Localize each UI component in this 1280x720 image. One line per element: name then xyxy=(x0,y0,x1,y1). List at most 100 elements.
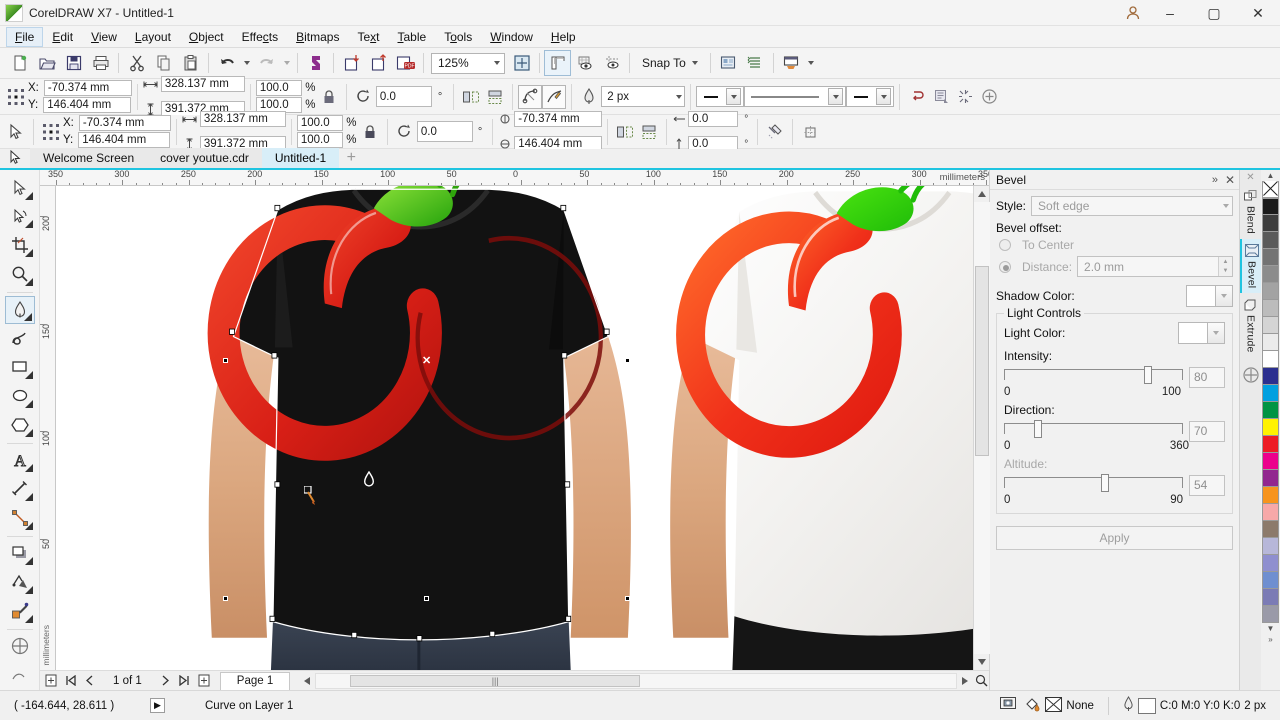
horizontal-scroll-thumb[interactable]: ||| xyxy=(350,674,641,687)
menu-text[interactable]: Text xyxy=(348,27,388,47)
interactive-fill-tool[interactable] xyxy=(5,633,35,661)
undo-dropdown[interactable] xyxy=(240,50,253,76)
import-button[interactable] xyxy=(338,50,365,76)
palette-swatch[interactable] xyxy=(1262,317,1279,334)
position-x-input[interactable]: -70.374 mm xyxy=(43,80,132,96)
docker-tab-blend[interactable]: Blend xyxy=(1240,184,1262,239)
smart-fill-tool[interactable] xyxy=(5,325,35,353)
zoom-to-fit-button[interactable] xyxy=(973,672,989,689)
corel-connect-button[interactable] xyxy=(302,50,329,76)
close-button[interactable]: ✕ xyxy=(1236,0,1280,26)
menu-tools[interactable]: Tools xyxy=(435,27,481,47)
direction-value[interactable]: 70 xyxy=(1189,420,1225,442)
auto-close-curve-button[interactable] xyxy=(518,84,543,109)
apply-button[interactable]: Apply xyxy=(996,526,1233,550)
style-combo[interactable]: Soft edge xyxy=(1031,196,1233,216)
previous-page-button[interactable] xyxy=(80,672,98,690)
scroll-right-button[interactable] xyxy=(957,672,973,689)
palette-swatch[interactable] xyxy=(1262,589,1279,606)
rotation-center-x-input[interactable]: -70.374 mm xyxy=(514,111,603,127)
first-page-button[interactable] xyxy=(61,672,79,690)
transparency-tool[interactable] xyxy=(5,568,35,596)
palette-swatch[interactable] xyxy=(1262,606,1279,623)
shadow-color-swatch[interactable] xyxy=(1186,285,1216,307)
palette-swatch[interactable] xyxy=(1262,249,1279,266)
palette-scroll-up[interactable]: ▲ xyxy=(1262,170,1279,181)
pick-tool[interactable] xyxy=(5,174,35,202)
menu-effects[interactable]: Effects xyxy=(233,27,287,47)
new-document-button[interactable] xyxy=(6,50,33,76)
palette-swatch[interactable] xyxy=(1262,419,1279,436)
palette-swatch[interactable] xyxy=(1262,334,1279,351)
object-width-input[interactable]: 328.137 mm xyxy=(160,76,245,92)
intensity-slider[interactable] xyxy=(1004,366,1183,388)
intensity-value[interactable]: 80 xyxy=(1189,366,1225,388)
menu-edit[interactable]: Edit xyxy=(43,27,82,47)
position-y-input[interactable]: 146.404 mm xyxy=(43,97,132,113)
more-dockers-icon[interactable] xyxy=(1242,366,1260,387)
snapshot-icon[interactable] xyxy=(1000,697,1017,714)
options-button[interactable] xyxy=(715,50,742,76)
drawing-canvas[interactable]: ✕ xyxy=(56,186,973,670)
scroll-down-button[interactable] xyxy=(973,654,990,670)
lock-ratio-icon-2[interactable] xyxy=(358,120,382,144)
menu-layout[interactable]: Layout xyxy=(126,27,180,47)
lock-ratio-icon[interactable] xyxy=(317,85,341,109)
maximize-button[interactable]: ▢ xyxy=(1192,0,1236,26)
direction-slider[interactable] xyxy=(1004,420,1183,442)
menu-window[interactable]: Window xyxy=(481,27,542,47)
text-wrap-offset-button[interactable] xyxy=(929,85,953,109)
distance-radio[interactable] xyxy=(999,260,1011,273)
palette-swatch[interactable] xyxy=(1262,504,1279,521)
tab-untitled-1[interactable]: Untitled-1 xyxy=(261,148,340,168)
mirror-vertical-button-2[interactable] xyxy=(637,120,661,144)
palette-swatch[interactable] xyxy=(1262,300,1279,317)
ellipse-tool[interactable] xyxy=(5,382,35,410)
vertical-scroll-track[interactable] xyxy=(973,202,990,654)
wrap-paragraph-text-button[interactable] xyxy=(905,85,929,109)
outline-width-combo[interactable]: 2 px xyxy=(601,86,686,107)
minimize-button[interactable]: – xyxy=(1148,0,1192,26)
palette-scroll-down[interactable]: ▼ xyxy=(1262,623,1279,634)
object-width-input-2[interactable]: 328.137 mm xyxy=(199,111,286,127)
vertical-scroll-thumb[interactable] xyxy=(974,266,989,456)
drop-shadow-tool[interactable] xyxy=(5,540,35,568)
selection-handle-bottom-right[interactable] xyxy=(625,596,630,601)
copy-button[interactable] xyxy=(150,50,177,76)
artboard[interactable]: ✕ xyxy=(56,186,973,670)
show-grid-button[interactable] xyxy=(571,50,598,76)
outline-color-swatch[interactable] xyxy=(1137,697,1156,714)
palette-swatch[interactable] xyxy=(1262,555,1279,572)
distance-spinner[interactable]: ▲ ▼ xyxy=(1218,257,1232,276)
rotation-angle-input-2[interactable]: 0.0 xyxy=(416,121,473,142)
tab-welcome-screen[interactable]: Welcome Screen xyxy=(30,148,148,168)
spinner-up-icon[interactable]: ▲ xyxy=(1219,257,1232,267)
fullscreen-preview-button[interactable] xyxy=(508,50,535,76)
add-page-after-button[interactable] xyxy=(195,672,213,690)
shape-tool[interactable] xyxy=(5,203,35,231)
tab-cover-youtue[interactable]: cover youtue.cdr xyxy=(147,148,262,168)
line-style-combo[interactable] xyxy=(744,86,847,107)
selection-handle-bottom-left[interactable] xyxy=(223,596,228,601)
object-manager-button[interactable] xyxy=(742,50,769,76)
altitude-slider[interactable] xyxy=(1004,474,1183,496)
spinner-down-icon[interactable]: ▼ xyxy=(1219,266,1232,276)
scale-horizontal-input-2[interactable]: 100.0 xyxy=(296,115,343,131)
polygon-tool[interactable] xyxy=(5,411,35,439)
skew-horizontal-input[interactable]: 0.0 xyxy=(688,111,739,127)
outline-status[interactable]: C:0 M:0 Y:0 K:0 2 px xyxy=(1123,696,1266,715)
mesh-fill-tool[interactable] xyxy=(5,661,35,689)
application-launcher-button[interactable] xyxy=(778,50,805,76)
palette-swatch[interactable] xyxy=(1262,436,1279,453)
start-arrowhead-combo[interactable] xyxy=(696,86,745,107)
palette-swatch[interactable] xyxy=(1262,453,1279,470)
palette-swatch[interactable] xyxy=(1262,266,1279,283)
edit-bitmap-button[interactable] xyxy=(953,85,977,109)
no-color-swatch[interactable] xyxy=(1262,181,1279,198)
print-button[interactable] xyxy=(87,50,114,76)
crop-tool[interactable] xyxy=(5,231,35,259)
mirror-horizontal-button-2[interactable] xyxy=(613,120,637,144)
fill-status[interactable]: None xyxy=(1024,696,1094,715)
page-tab-1[interactable]: Page 1 xyxy=(219,671,291,690)
redo-dropdown[interactable] xyxy=(280,50,293,76)
